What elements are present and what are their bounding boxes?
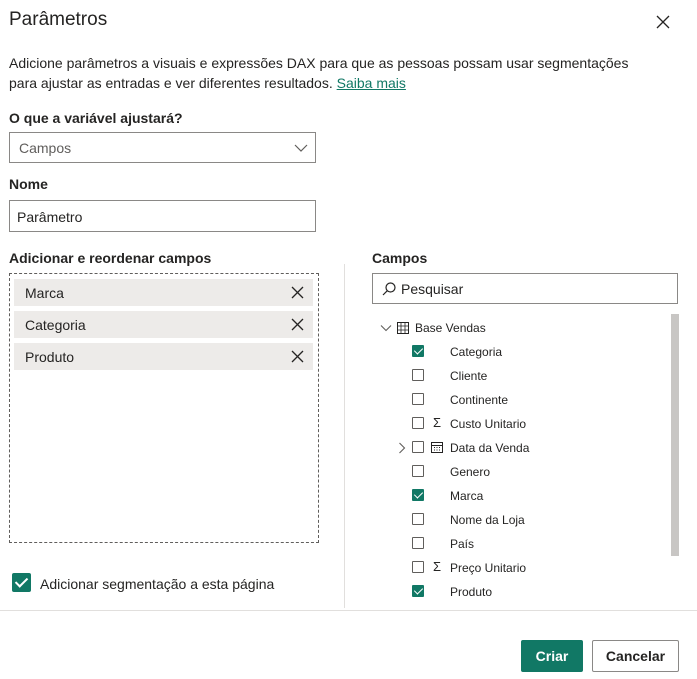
footer-divider (0, 610, 697, 611)
remove-icon[interactable] (290, 285, 305, 300)
create-button[interactable]: Criar (521, 640, 583, 672)
chevron-down-icon[interactable] (380, 322, 392, 334)
table-row-base-vendas[interactable]: Base Vendas (372, 316, 672, 340)
field-checkbox[interactable] (412, 441, 424, 453)
calendar-icon (431, 442, 443, 453)
field-checkbox[interactable] (412, 369, 424, 381)
field-checkbox[interactable] (412, 393, 424, 405)
vertical-divider (344, 264, 345, 608)
field-chip-categoria[interactable]: Categoria (14, 311, 313, 338)
field-chip-label: Categoria (25, 317, 86, 333)
field-checkbox[interactable] (412, 585, 424, 597)
field-checkbox[interactable] (412, 561, 424, 573)
add-slicer-label: Adicionar segmentação a esta página (40, 576, 275, 592)
sigma-icon: Σ (432, 415, 442, 430)
field-row[interactable]: Genero (372, 460, 672, 484)
field-chip-label: Produto (25, 349, 75, 365)
fields-well-label: Adicionar e reordenar campos (9, 250, 212, 266)
field-name: Produto (450, 585, 493, 599)
chevron-down-icon (294, 144, 308, 152)
field-chip-marca[interactable]: Marca (14, 279, 313, 306)
add-slicer-checkbox[interactable] (12, 573, 31, 592)
remove-icon[interactable] (290, 349, 305, 364)
field-name: Nome da Loja (450, 513, 525, 527)
field-name: Cliente (450, 369, 488, 383)
description-text: Adicione parâmetros a visuais e expressõ… (9, 55, 629, 91)
field-row[interactable]: Σ Preço Unitario (372, 556, 672, 580)
field-chip-produto[interactable]: Produto (14, 343, 313, 370)
field-row[interactable]: Data da Venda (372, 436, 672, 460)
field-name: Continente (450, 393, 509, 407)
field-row[interactable]: Σ Custo Unitario (372, 412, 672, 436)
dialog-title: Parâmetros (9, 9, 108, 30)
field-row[interactable]: País (372, 532, 672, 556)
field-name: Preço Unitario (450, 561, 527, 575)
chevron-right-icon[interactable] (396, 442, 408, 454)
field-chip-label: Marca (25, 285, 64, 301)
field-row[interactable]: Produto (372, 580, 672, 604)
field-name: Custo Unitario (450, 417, 527, 431)
field-row[interactable]: Nome da Loja (372, 508, 672, 532)
name-label: Nome (9, 176, 48, 192)
fields-tree: Base Vendas Categoria Cliente Continente Σ C… (372, 314, 678, 610)
field-row[interactable]: Categoria (372, 340, 672, 364)
name-value: Parâmetro (17, 209, 83, 225)
field-checkbox[interactable] (412, 465, 424, 477)
variable-dropdown[interactable]: Campos (9, 132, 316, 163)
sigma-icon: Σ (432, 559, 442, 574)
field-checkbox[interactable] (412, 345, 424, 357)
field-row[interactable]: Cliente (372, 364, 672, 388)
field-name: Categoria (450, 345, 503, 359)
fields-well[interactable]: Marca Categoria Produto (9, 273, 319, 543)
cancel-button[interactable]: Cancelar (592, 640, 679, 672)
name-input[interactable]: Parâmetro (9, 200, 316, 232)
search-icon (382, 282, 396, 296)
scrollbar[interactable] (671, 314, 679, 556)
remove-icon[interactable] (290, 317, 305, 332)
field-checkbox[interactable] (412, 513, 424, 525)
dialog-description: Adicione parâmetros a visuais e expressõ… (9, 53, 659, 93)
field-name: Marca (450, 489, 484, 503)
table-name: Base Vendas (415, 321, 486, 335)
learn-more-link[interactable]: Saiba mais (337, 75, 406, 91)
search-placeholder: Pesquisar (401, 281, 464, 297)
field-name: Data da Venda (450, 441, 530, 455)
field-checkbox[interactable] (412, 489, 424, 501)
field-row[interactable]: Marca (372, 484, 672, 508)
field-checkbox[interactable] (412, 417, 424, 429)
table-icon (397, 322, 409, 334)
variable-selected: Campos (19, 140, 72, 156)
field-checkbox[interactable] (412, 537, 424, 549)
fields-pane-label: Campos (372, 250, 428, 266)
close-icon[interactable] (653, 12, 673, 32)
search-input[interactable]: Pesquisar (372, 273, 678, 304)
field-row[interactable]: Continente (372, 388, 672, 412)
field-name: País (450, 537, 475, 551)
variable-label: O que a variável ajustará? (9, 110, 183, 126)
field-name: Genero (450, 465, 491, 479)
